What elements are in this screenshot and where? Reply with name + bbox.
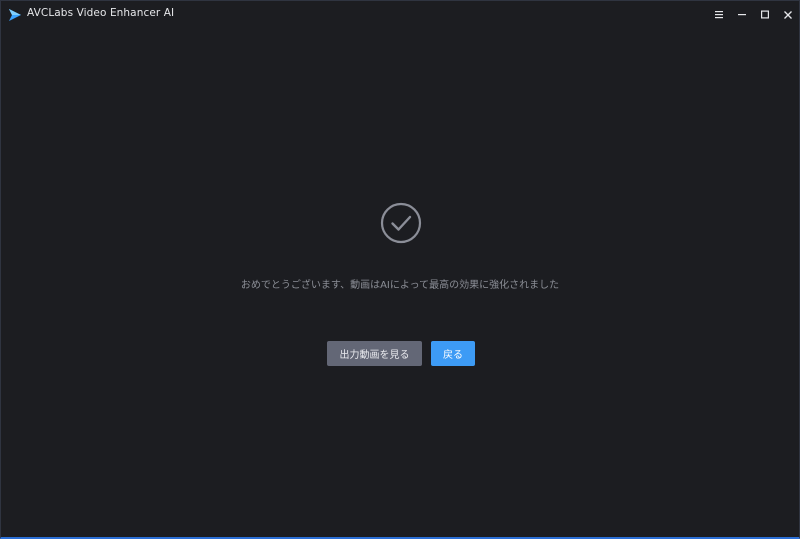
minimize-icon [737,10,747,19]
minimize-button[interactable] [730,1,753,28]
view-output-video-button[interactable]: 出力動画を見る [327,341,422,366]
menu-button[interactable] [707,1,730,28]
maximize-icon [760,10,770,19]
app-title: AVCLabs Video Enhancer AI [27,7,175,19]
title-bar: AVCLabs Video Enhancer AI [1,1,799,28]
success-message: おめでとうございます、動画はAIによって最高の効果に強化されました [240,280,560,291]
app-window: AVCLabs Video Enhancer AI おめでとうございます、動画は… [0,0,800,539]
window-controls [707,1,799,28]
close-button[interactable] [776,1,799,28]
maximize-button[interactable] [753,1,776,28]
back-button[interactable]: 戻る [431,341,475,366]
hamburger-menu-icon [714,10,724,19]
app-logo-icon [8,7,22,21]
check-circle-icon [380,202,422,244]
close-icon [783,10,793,20]
